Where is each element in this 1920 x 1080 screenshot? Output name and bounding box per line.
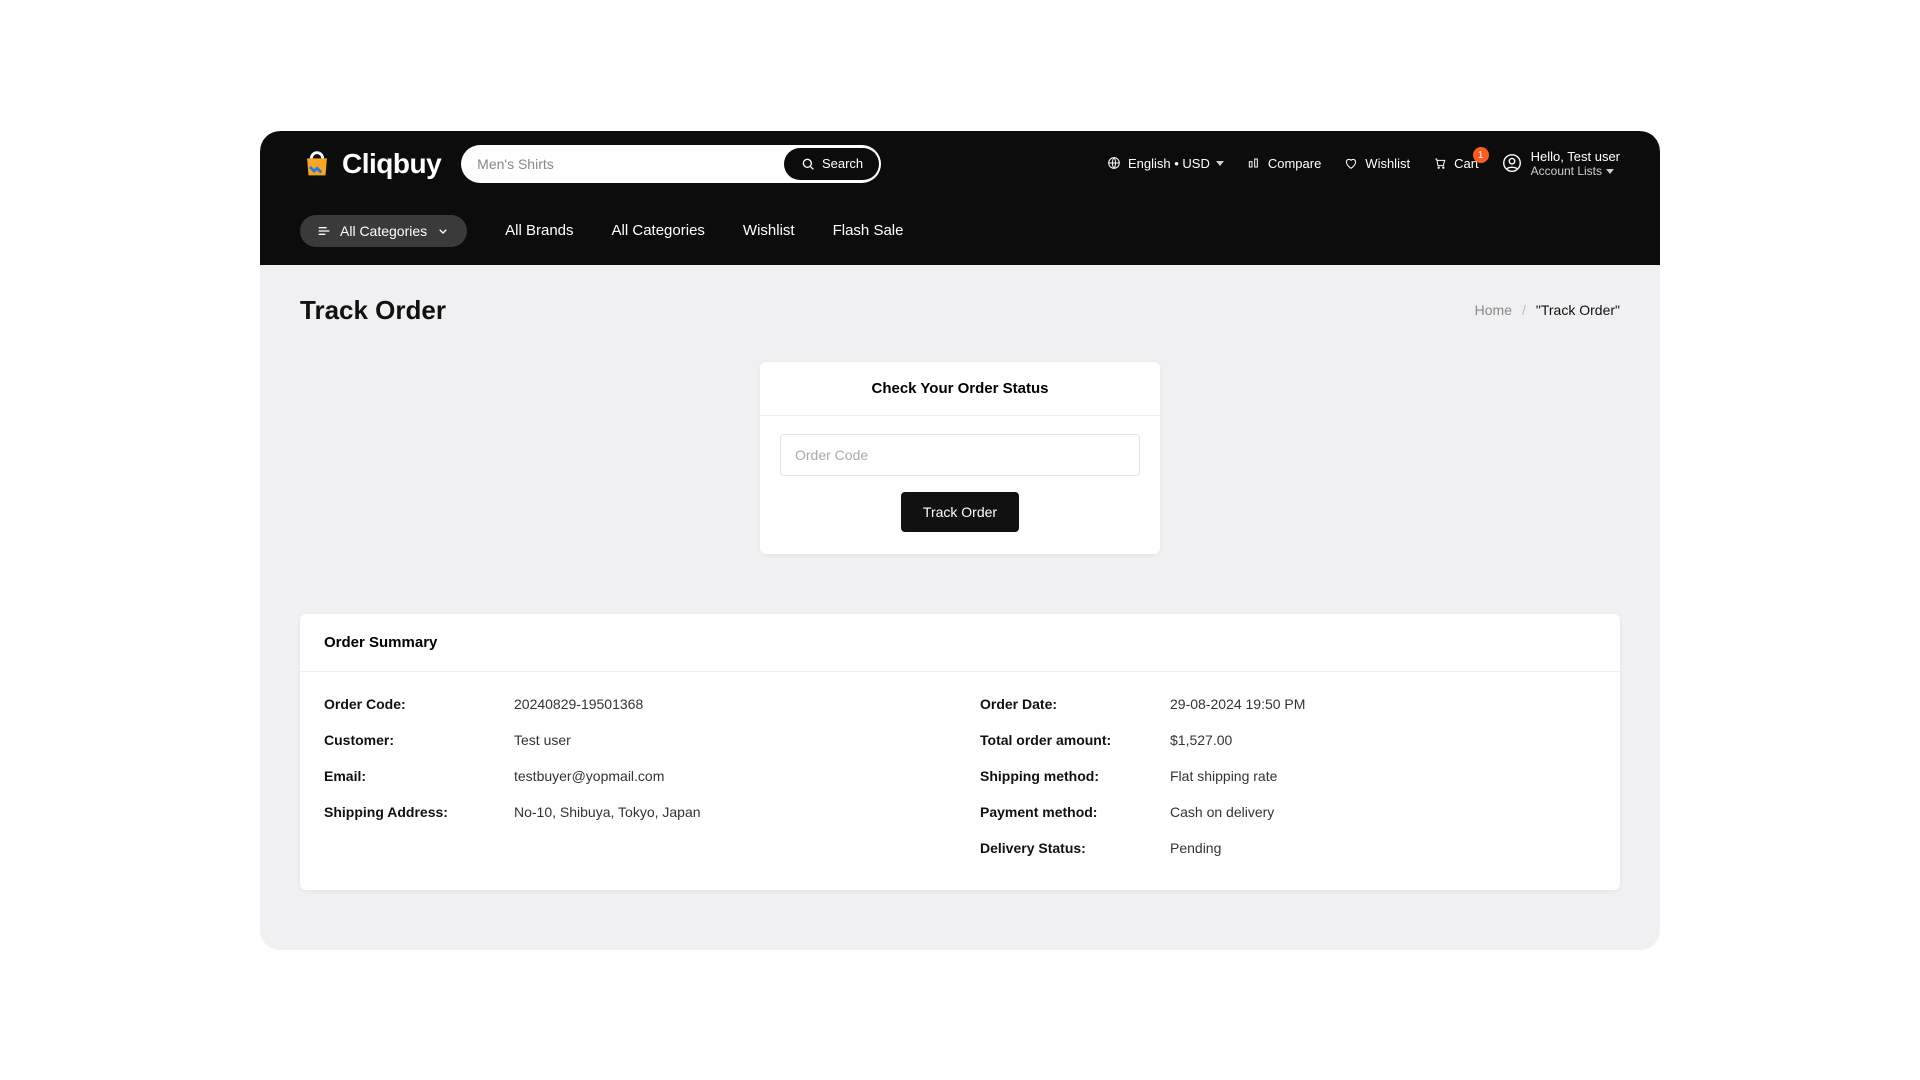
bag-icon <box>300 147 334 181</box>
label-delivery-status: Delivery Status: <box>980 840 1170 856</box>
summary-row-total-amount: Total order amount: $1,527.00 <box>980 732 1596 748</box>
order-code-input[interactable] <box>780 434 1140 476</box>
header: Cliqbuy Search English • USD <box>260 131 1660 265</box>
summary-row-shipping-address: Shipping Address: No-10, Shibuya, Tokyo,… <box>324 804 940 820</box>
check-status-card: Check Your Order Status Track Order <box>760 362 1160 554</box>
summary-row-order-date: Order Date: 29-08-2024 19:50 PM <box>980 696 1596 712</box>
account-sub-label: Account Lists <box>1531 164 1602 178</box>
label-shipping-address: Shipping Address: <box>324 804 514 820</box>
summary-row-payment-method: Payment method: Cash on delivery <box>980 804 1596 820</box>
value-shipping-address: No-10, Shibuya, Tokyo, Japan <box>514 804 940 820</box>
label-order-date: Order Date: <box>980 696 1170 712</box>
label-shipping-method: Shipping method: <box>980 768 1170 784</box>
menu-icon <box>316 223 332 239</box>
brand-name: Cliqbuy <box>342 148 441 180</box>
chevron-down-icon <box>1606 169 1614 174</box>
cart-icon <box>1432 155 1448 171</box>
nav-flash-sale[interactable]: Flash Sale <box>833 222 904 239</box>
language-currency-selector[interactable]: English • USD <box>1106 155 1224 171</box>
language-label: English • USD <box>1128 156 1210 171</box>
breadcrumb-separator: / <box>1522 302 1526 318</box>
wishlist-label: Wishlist <box>1365 156 1410 171</box>
main-nav: All Categories All Brands All Categories… <box>300 197 1620 265</box>
page-body: Track Order Home / "Track Order" Check Y… <box>260 265 1660 950</box>
summary-row-shipping-method: Shipping method: Flat shipping rate <box>980 768 1596 784</box>
summary-row-customer: Customer: Test user <box>324 732 940 748</box>
value-total-amount: $1,527.00 <box>1170 732 1596 748</box>
breadcrumb: Home / "Track Order" <box>1475 302 1620 318</box>
order-summary-heading: Order Summary <box>300 614 1620 672</box>
summary-row-email: Email: testbuyer@yopmail.com <box>324 768 940 784</box>
value-order-date: 29-08-2024 19:50 PM <box>1170 696 1596 712</box>
order-summary-card: Order Summary Order Code: 20240829-19501… <box>300 614 1620 890</box>
value-customer: Test user <box>514 732 940 748</box>
label-email: Email: <box>324 768 514 784</box>
label-total-amount: Total order amount: <box>980 732 1170 748</box>
account-greeting: Hello, Test user <box>1531 149 1620 165</box>
nav-all-brands[interactable]: All Brands <box>505 222 573 239</box>
heart-icon <box>1343 155 1359 171</box>
account-menu[interactable]: Hello, Test user Account Lists <box>1501 149 1620 179</box>
brand-logo[interactable]: Cliqbuy <box>300 147 441 181</box>
user-icon <box>1501 152 1523 174</box>
breadcrumb-home[interactable]: Home <box>1475 302 1512 318</box>
label-payment-method: Payment method: <box>980 804 1170 820</box>
search-button[interactable]: Search <box>784 148 879 180</box>
summary-column-left: Order Code: 20240829-19501368 Customer: … <box>324 696 940 856</box>
chevron-down-icon <box>1216 161 1224 166</box>
compare-link[interactable]: Compare <box>1246 155 1321 171</box>
cart-link[interactable]: Cart 1 <box>1432 155 1479 171</box>
all-categories-label: All Categories <box>340 223 427 239</box>
search-button-label: Search <box>822 156 863 171</box>
wishlist-link[interactable]: Wishlist <box>1343 155 1410 171</box>
value-shipping-method: Flat shipping rate <box>1170 768 1596 784</box>
value-delivery-status: Pending <box>1170 840 1596 856</box>
page-title: Track Order <box>300 295 446 326</box>
summary-row-order-code: Order Code: 20240829-19501368 <box>324 696 940 712</box>
nav-all-categories[interactable]: All Categories <box>612 222 705 239</box>
all-categories-pill[interactable]: All Categories <box>300 215 467 247</box>
search-icon <box>800 156 816 172</box>
chevron-down-icon <box>435 223 451 239</box>
breadcrumb-current: "Track Order" <box>1536 302 1620 318</box>
value-payment-method: Cash on delivery <box>1170 804 1596 820</box>
check-status-heading: Check Your Order Status <box>760 362 1160 416</box>
label-order-code: Order Code: <box>324 696 514 712</box>
search-input[interactable] <box>477 156 784 172</box>
globe-icon <box>1106 155 1122 171</box>
track-order-button[interactable]: Track Order <box>901 492 1019 532</box>
value-order-code: 20240829-19501368 <box>514 696 940 712</box>
app-window: Cliqbuy Search English • USD <box>260 131 1660 950</box>
label-customer: Customer: <box>324 732 514 748</box>
summary-row-delivery-status: Delivery Status: Pending <box>980 840 1596 856</box>
search-bar: Search <box>461 145 881 183</box>
compare-label: Compare <box>1268 156 1321 171</box>
nav-wishlist[interactable]: Wishlist <box>743 222 795 239</box>
summary-column-right: Order Date: 29-08-2024 19:50 PM Total or… <box>980 696 1596 856</box>
value-email: testbuyer@yopmail.com <box>514 768 940 784</box>
compare-icon <box>1246 155 1262 171</box>
cart-badge: 1 <box>1473 147 1489 163</box>
